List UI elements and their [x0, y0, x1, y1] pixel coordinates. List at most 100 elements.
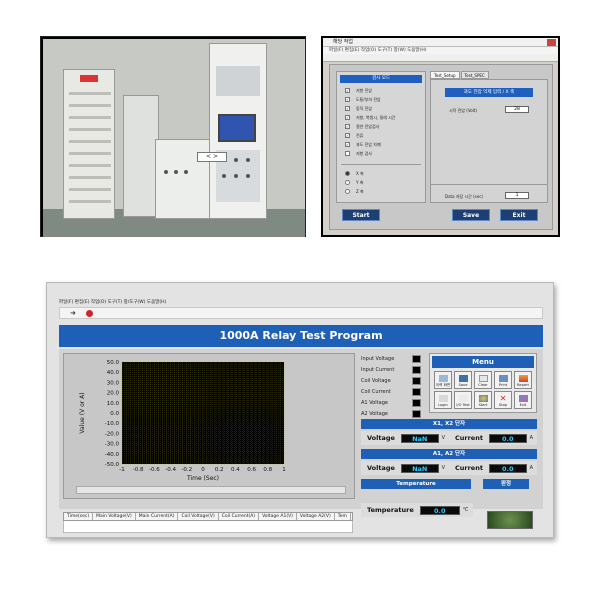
table-column-header: Voltage A1(V) — [259, 513, 297, 520]
radio-button[interactable] — [345, 189, 350, 194]
a1a2-header: A1, A2 단자 — [361, 449, 537, 459]
dialog-menubar[interactable]: 파일(F) 편집(E) 작업(O) 도구(T) 창(W) 도움말(H) — [323, 47, 558, 54]
data-table-header: Time(sec) Main Voltage(V) Main Current(A… — [63, 512, 353, 521]
legend-label: A1 Voltage — [361, 399, 388, 406]
login-button[interactable]: Login — [434, 391, 452, 409]
check-label: 절연 전압검사 — [356, 123, 380, 129]
radio-label: Y 축 — [356, 179, 364, 185]
checkbox[interactable]: ✓ — [345, 133, 350, 138]
y-tick-label: 10.0 — [107, 401, 120, 407]
close-icon[interactable] — [547, 39, 556, 46]
start-button[interactable]: Start — [342, 209, 380, 221]
test-mode-header: 검사 모드 — [340, 75, 422, 83]
dialog-tabs: Test_Setup Test_SPEC — [430, 71, 490, 79]
check-item[interactable]: ✓ 저항, 복원시, 릴레 시간 — [337, 113, 425, 122]
legend-item: A2 Voltage — [361, 408, 423, 419]
clear-button[interactable]: Clear — [474, 371, 492, 389]
io-test-icon — [458, 394, 468, 402]
legend-swatch — [412, 365, 421, 374]
a1a2-voltage-indicator: NaN — [400, 463, 439, 473]
menu-header: Menu — [432, 356, 534, 368]
main-body: -1 -0.8 -0.6 -0.4 -0.2 0 0.2 0.4 0.6 0.8 1 50.0 40.0… — [59, 349, 543, 509]
menu-grid: 이력 화면 Save Clear Print Report Login I/O … — [430, 370, 536, 409]
print-button[interactable]: Print — [494, 371, 512, 389]
checkbox[interactable]: ✓ — [345, 106, 350, 111]
y-tick-label: -30.0 — [105, 442, 120, 448]
rack-panel — [216, 66, 260, 96]
checkbox[interactable]: ✓ — [345, 124, 350, 129]
check-item[interactable]: ✓ 전류 — [337, 131, 425, 140]
unit-label: ℃ — [462, 507, 469, 513]
radio-item[interactable]: Y 축 — [337, 178, 425, 187]
waveform-chart: -1 -0.8 -0.6 -0.4 -0.2 0 0.2 0.4 0.6 0.8 1 50.0 40.0… — [79, 360, 286, 482]
x1x2-voltage-indicator: NaN — [400, 433, 439, 443]
tab-test-setup[interactable]: Test_Setup — [430, 71, 460, 79]
legend-label: A2 Voltage — [361, 410, 388, 417]
check-item[interactable]: ✓ 저항 전압 — [337, 86, 425, 95]
save-icon — [458, 374, 468, 382]
legend-label: Coil Current — [361, 388, 391, 395]
y-axis-label: Value (V or A) — [79, 392, 86, 433]
cabinet-vent — [69, 128, 111, 131]
check-item[interactable]: ✓ 도통/부하 전압 — [337, 95, 425, 104]
cabinet-vent — [69, 104, 111, 107]
unit-label: A — [529, 465, 533, 471]
check-item[interactable]: ✓ 절연 전압검사 — [337, 122, 425, 131]
checkbox[interactable] — [345, 151, 350, 156]
start-menu-button[interactable]: Start — [474, 391, 492, 409]
stop-menu-button[interactable]: ✕ Stop — [494, 391, 512, 409]
legend-swatch — [412, 354, 421, 363]
radio-button[interactable] — [345, 180, 350, 185]
abort-icon[interactable] — [86, 310, 93, 317]
save-time-field[interactable]: 1 — [505, 192, 529, 199]
y-tick-label: 30.0 — [107, 380, 120, 386]
chart-scrollbar[interactable] — [76, 486, 346, 494]
x-tick-label: 0.2 — [215, 467, 224, 473]
start-voltage-field[interactable]: 28 — [505, 106, 529, 113]
legend-swatch — [412, 409, 421, 418]
check-item[interactable]: ✓ 과도 전압 차폐 — [337, 140, 425, 149]
exit-button[interactable]: Exit — [500, 209, 538, 221]
checkbox[interactable]: ✓ — [345, 115, 350, 120]
io-test-button[interactable]: I/O Test — [454, 391, 472, 409]
check-item[interactable]: ✓ 동작 전압 — [337, 104, 425, 113]
y-tick-label: -10.0 — [105, 421, 120, 427]
table-column-header: Tem — [335, 513, 351, 520]
knob — [246, 174, 250, 178]
menu-button-label: Exit — [519, 402, 527, 407]
run-arrow-icon[interactable]: ➜ — [70, 310, 76, 317]
save-button[interactable]: Save — [452, 209, 490, 221]
checkbox[interactable]: ✓ — [345, 88, 350, 93]
x1x2-readings: Voltage NaN V Current 0.0 A — [361, 431, 537, 445]
main-menubar[interactable]: 파일(F) 편집(E) 작업(O) 도구(T) 창/도구(W) 도움말(H) — [59, 299, 529, 307]
save-menu-button[interactable]: Save — [454, 371, 472, 389]
radio-item[interactable]: X 축 — [337, 169, 425, 178]
radio-label: Z 축 — [356, 188, 364, 194]
check-label: 저항 검사 — [356, 150, 372, 156]
x-tick-label: -0.6 — [149, 467, 160, 473]
tab-test-spec[interactable]: Test_SPEC — [460, 71, 489, 79]
a1a2-readings: Voltage NaN V Current 0.0 A — [361, 461, 537, 475]
x-tick-label: 0 — [201, 467, 205, 473]
menu-button-label: 이력 화면 — [435, 382, 451, 387]
judgement-header: 판정 — [483, 479, 529, 489]
history-button[interactable]: 이력 화면 — [434, 371, 452, 389]
print-icon — [498, 374, 508, 382]
divider — [341, 164, 421, 165]
current-label: Current — [454, 434, 483, 442]
check-item[interactable]: 저항 검사 — [337, 149, 425, 158]
unit-label: A — [529, 435, 533, 441]
radio-item[interactable]: Z 축 — [337, 187, 425, 196]
checkbox[interactable]: ✓ — [345, 142, 350, 147]
knob — [164, 170, 168, 174]
data-table-body[interactable] — [63, 521, 353, 533]
checkbox[interactable]: ✓ — [345, 97, 350, 102]
legend-item: A1 Voltage — [361, 397, 423, 408]
cabinet-vent — [69, 164, 111, 167]
exit-menu-button[interactable]: Exit — [514, 391, 532, 409]
temperature-indicator: 0.0 — [419, 505, 460, 515]
report-button[interactable]: Report — [514, 371, 532, 389]
radio-button[interactable] — [345, 171, 350, 176]
temperature-header: Temperature — [361, 479, 471, 489]
cabinet-vent — [69, 188, 111, 191]
